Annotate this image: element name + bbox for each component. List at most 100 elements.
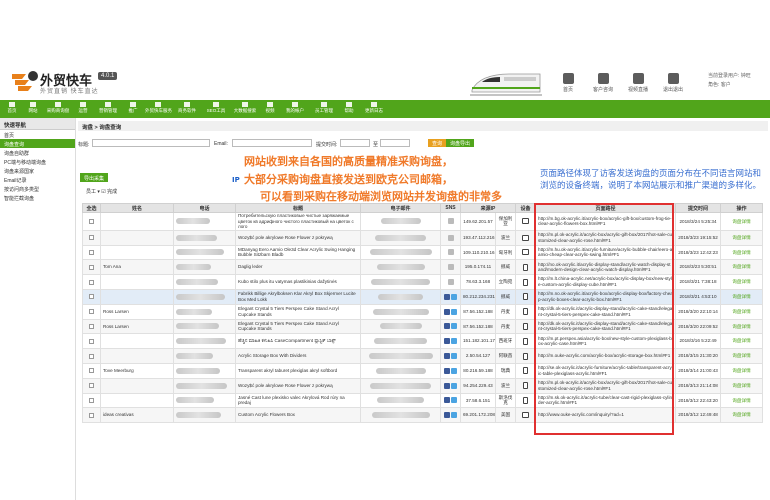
employee-filter[interactable]: 员工 ▾ ☑ 完成 (86, 188, 117, 195)
row-checkbox[interactable] (89, 294, 94, 300)
sidebar-item-4[interactable]: 询盘来源国家 (0, 166, 75, 175)
twitter-icon[interactable] (451, 367, 457, 374)
sidebar-item-6[interactable]: 按访问商多类型 (0, 184, 75, 193)
sidebar-item-0[interactable]: 首页 (0, 130, 75, 139)
twitter-icon[interactable] (451, 382, 457, 389)
nav-item-5[interactable]: 推广 (124, 100, 142, 118)
inquiry-detail-link[interactable]: 询盘详情 (720, 303, 764, 320)
nav-item-12[interactable]: 员工管理 (311, 100, 337, 118)
inquiry-detail-link[interactable]: 询盘详情 (720, 362, 764, 379)
nav-item-7[interactable]: 商务软件 (174, 100, 200, 118)
row-checkbox[interactable] (89, 353, 94, 359)
twitter-icon[interactable] (451, 353, 457, 360)
facebook-icon[interactable] (444, 323, 450, 330)
nav-item-0[interactable]: 首页 (3, 100, 21, 118)
row-checkbox-cell[interactable] (82, 392, 101, 409)
inquiry-detail-link[interactable]: 询盘详情 (720, 333, 764, 350)
row-checkbox[interactable] (89, 383, 94, 389)
row-checkbox-cell[interactable] (82, 333, 101, 350)
sns-icon[interactable] (447, 279, 454, 286)
row-checkbox[interactable] (89, 309, 94, 315)
nav-item-10[interactable]: 视频 (261, 100, 279, 118)
facebook-icon[interactable] (444, 367, 450, 374)
logo[interactable]: 外贸快车 4.0.1 外贸直销 快车直达 (10, 68, 120, 96)
row-checkbox-cell[interactable] (82, 407, 101, 424)
top-btn-logout[interactable]: 退出退出 (657, 70, 689, 98)
facebook-icon[interactable] (444, 397, 450, 404)
row-checkbox-cell[interactable] (82, 318, 101, 335)
row-checkbox-cell[interactable] (82, 362, 101, 379)
inquiry-detail-link[interactable]: 询盘详情 (720, 229, 764, 246)
nav-item-11[interactable]: 我的帐户 (282, 100, 308, 118)
inquiry-detail-link[interactable]: 询盘详情 (720, 274, 764, 290)
row-checkbox[interactable] (89, 368, 94, 374)
facebook-icon[interactable] (444, 338, 450, 345)
inquiry-detail-link[interactable]: 询盘详情 (720, 259, 764, 276)
facebook-icon[interactable] (444, 412, 450, 419)
inquiry-detail-link[interactable]: 询盘详情 (720, 348, 764, 364)
facebook-icon[interactable] (444, 382, 450, 389)
row-checkbox-cell[interactable] (82, 303, 101, 320)
top-btn-home[interactable]: 首页 (552, 70, 584, 98)
row-checkbox[interactable] (89, 397, 94, 403)
nav-item-8[interactable]: SEO工具 (203, 100, 229, 118)
sidebar-item-7[interactable]: 智能拦截询盘 (0, 193, 75, 202)
row-checkbox-cell[interactable] (82, 348, 101, 364)
row-checkbox[interactable] (89, 412, 94, 418)
row-checkbox-cell[interactable] (82, 288, 101, 305)
inquiry-detail-link[interactable]: 询盘详情 (720, 377, 764, 394)
row-checkbox-cell[interactable] (82, 229, 101, 246)
facebook-icon[interactable] (444, 293, 450, 300)
inquiry-detail-link[interactable]: 询盘详情 (720, 244, 764, 261)
inquiry-detail-link[interactable]: 询盘详情 (720, 392, 764, 409)
sidebar-item-2[interactable]: 询盘自助群 (0, 148, 75, 157)
twitter-icon[interactable] (451, 412, 457, 419)
title-input[interactable] (92, 139, 210, 147)
sns-icon[interactable] (447, 249, 454, 256)
nav-item-1[interactable]: 网站 (24, 100, 42, 118)
sidebar-item-3[interactable]: PC端与移动端询盘 (0, 157, 75, 166)
row-checkbox[interactable] (89, 249, 94, 255)
sns-icon[interactable] (447, 218, 454, 225)
twitter-icon[interactable] (451, 293, 457, 300)
row-checkbox-cell[interactable] (82, 377, 101, 394)
inquiry-detail-link[interactable]: 询盘详情 (720, 212, 764, 231)
start-date-input[interactable] (340, 139, 370, 147)
top-btn-inquiry[interactable]: 客户咨询 (587, 70, 619, 98)
row-checkbox[interactable] (89, 235, 94, 241)
sidebar-item-1[interactable]: 询盘查询 (0, 139, 75, 148)
row-checkbox[interactable] (89, 279, 94, 285)
nav-item-14[interactable]: 更新日志 (361, 100, 387, 118)
nav-item-13[interactable]: 帮助 (340, 100, 358, 118)
row-checkbox[interactable] (89, 218, 94, 224)
row-checkbox-cell[interactable] (82, 212, 101, 231)
nav-item-3[interactable]: 运营 (74, 100, 92, 118)
facebook-icon[interactable] (444, 308, 450, 315)
nav-item-2[interactable]: 采购商询盘 (45, 100, 71, 118)
sns-icon[interactable] (447, 234, 454, 241)
nav-item-6[interactable]: 外贸快车服务 (145, 100, 172, 118)
sns-icon[interactable] (447, 264, 454, 271)
row-checkbox-cell[interactable] (82, 244, 101, 261)
export-collect-button[interactable]: 导出采集 (80, 173, 109, 182)
row-checkbox-cell[interactable] (82, 274, 101, 290)
row-checkbox[interactable] (89, 264, 94, 270)
row-checkbox[interactable] (89, 338, 94, 344)
inquiry-detail-link[interactable]: 询盘详情 (720, 318, 764, 335)
export-inquiry-button[interactable]: 询盘导出 (446, 139, 475, 147)
twitter-icon[interactable] (451, 323, 457, 330)
row-checkbox-cell[interactable] (82, 259, 101, 276)
search-button[interactable]: 查询 (428, 139, 447, 147)
end-date-input[interactable] (380, 139, 410, 147)
inquiry-detail-link[interactable]: 询盘详情 (720, 288, 764, 305)
inquiry-detail-link[interactable]: 询盘详情 (720, 407, 764, 424)
top-btn-video[interactable]: 视频直播 (622, 70, 654, 98)
row-checkbox[interactable] (89, 323, 94, 329)
twitter-icon[interactable] (451, 397, 457, 404)
col-select-all[interactable]: 全选 (82, 203, 101, 213)
twitter-icon[interactable] (451, 308, 457, 315)
sidebar-item-5[interactable]: Email记录 (0, 175, 75, 184)
nav-item-9[interactable]: 大数据搜索 (232, 100, 258, 118)
twitter-icon[interactable] (451, 338, 457, 345)
facebook-icon[interactable] (444, 353, 450, 360)
